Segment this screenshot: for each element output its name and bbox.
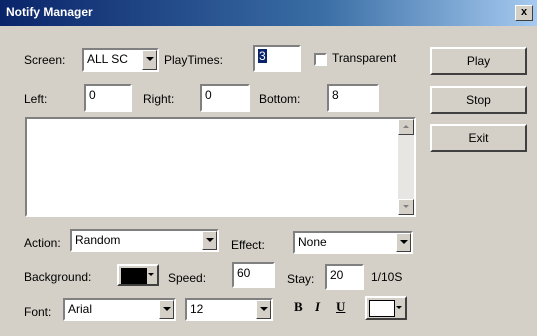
font-color-picker[interactable] <box>365 296 407 320</box>
effect-dropdown-button[interactable] <box>396 233 411 252</box>
font-size-select[interactable]: 12 <box>185 298 273 321</box>
effect-select-value: None <box>298 235 327 249</box>
exit-button[interactable]: Exit <box>430 124 527 152</box>
play-button[interactable]: Play <box>430 47 527 75</box>
speed-label: Speed: <box>168 271 207 285</box>
left-label: Left: <box>24 92 48 106</box>
stay-label: Stay: <box>287 272 315 286</box>
action-select[interactable]: Random <box>70 229 219 252</box>
speed-input[interactable]: 60 <box>232 262 275 288</box>
font-color-swatch <box>369 300 395 317</box>
font-dropdown-button[interactable] <box>159 300 174 319</box>
title-bar[interactable]: Notify Manager x <box>0 0 537 26</box>
playtimes-value: 3 <box>258 49 267 63</box>
transparent-checkbox[interactable] <box>314 53 327 66</box>
screen-label: Screen: <box>24 53 66 67</box>
right-input[interactable]: 0 <box>200 84 250 112</box>
background-label: Background: <box>24 270 92 284</box>
effect-select[interactable]: None <box>293 231 413 254</box>
action-select-value: Random <box>75 233 121 247</box>
playtimes-input[interactable]: 3 <box>253 45 301 72</box>
font-select-value: Arial <box>68 302 93 316</box>
message-scrollbar[interactable] <box>398 119 414 215</box>
underline-button[interactable]: U <box>336 299 345 315</box>
playtimes-label: PlayTimes: <box>164 53 223 67</box>
background-color-swatch <box>121 268 147 284</box>
message-textarea[interactable] <box>25 117 416 217</box>
action-dropdown-button[interactable] <box>202 231 217 250</box>
effect-label: Effect: <box>231 238 265 252</box>
bottom-label: Bottom: <box>259 92 301 106</box>
font-select[interactable]: Arial <box>63 298 176 321</box>
italic-button[interactable]: I <box>315 299 320 315</box>
font-size-value: 12 <box>190 302 204 316</box>
stop-button[interactable]: Stop <box>430 86 527 114</box>
right-label: Right: <box>143 92 175 106</box>
chevron-down-icon <box>396 306 402 309</box>
screen-select[interactable]: ALL SC <box>82 48 159 72</box>
background-color-picker[interactable] <box>117 264 159 286</box>
bold-button[interactable]: B <box>294 299 303 315</box>
close-button[interactable]: x <box>515 5 533 21</box>
left-input[interactable]: 0 <box>84 84 132 112</box>
chevron-down-icon <box>148 273 154 276</box>
transparent-label: Transparent <box>332 51 397 65</box>
scroll-up-arrow-icon[interactable] <box>398 119 414 135</box>
screen-select-value: ALL SC <box>87 52 128 66</box>
stay-input[interactable]: 20 <box>325 264 364 290</box>
window-title: Notify Manager <box>6 5 93 19</box>
bottom-input[interactable]: 8 <box>327 84 379 112</box>
font-label: Font: <box>24 305 52 319</box>
screen-dropdown-button[interactable] <box>142 50 157 70</box>
font-size-dropdown-button[interactable] <box>256 300 271 319</box>
action-label: Action: <box>24 236 61 250</box>
stay-unit: 1/10S <box>371 270 403 284</box>
notify-manager-window: Notify Manager x Screen: ALL SC PlayTime… <box>0 0 537 336</box>
scroll-down-arrow-icon[interactable] <box>398 199 414 215</box>
